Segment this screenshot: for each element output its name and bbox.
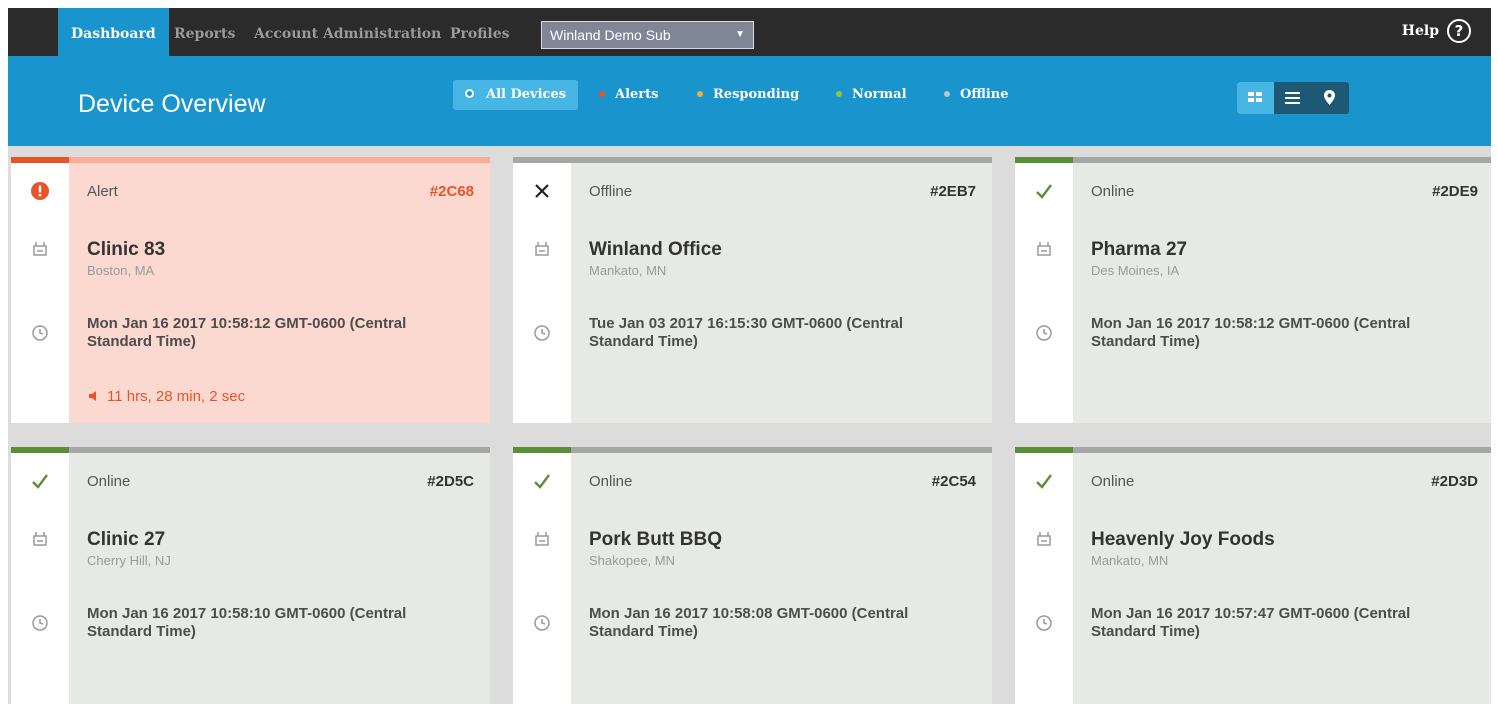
card-status-bar bbox=[11, 157, 490, 163]
responding-dot-icon bbox=[697, 90, 703, 97]
close-icon bbox=[535, 184, 549, 198]
device-card[interactable]: Offline #2EB7 Winland Office Mankato, MN… bbox=[513, 157, 992, 423]
device-status: Online bbox=[1091, 473, 1135, 490]
normal-dot-icon bbox=[836, 90, 842, 97]
device-name: Clinic 27 bbox=[87, 529, 166, 550]
filter-all-devices[interactable]: All Devices bbox=[453, 80, 579, 110]
device-name: Heavenly Joy Foods bbox=[1091, 529, 1275, 550]
card-status-bar bbox=[11, 447, 490, 453]
card-status-bar bbox=[1015, 157, 1491, 163]
device-id: #2C54 bbox=[931, 473, 976, 490]
device-icon bbox=[535, 532, 549, 546]
device-location: Mankato, MN bbox=[1091, 553, 1169, 568]
clock-icon bbox=[1036, 615, 1052, 631]
card-status-bar bbox=[1015, 447, 1491, 453]
tab-profiles[interactable]: Profiles bbox=[450, 8, 510, 56]
filter-label: Alerts bbox=[615, 87, 659, 102]
device-id: #2DE9 bbox=[1432, 183, 1478, 200]
filter-responding[interactable]: Responding bbox=[697, 80, 799, 110]
device-timestamp: Mon Jan 16 2017 10:58:12 GMT-0600 (Centr… bbox=[87, 315, 407, 350]
filter-label: Offline bbox=[960, 87, 1009, 102]
check-icon bbox=[32, 474, 48, 489]
device-location: Cherry Hill, NJ bbox=[87, 553, 171, 568]
card-status-bar bbox=[513, 447, 992, 453]
speaker-icon bbox=[89, 391, 96, 402]
device-timestamp: Tue Jan 03 2017 16:15:30 GMT-0600 (Centr… bbox=[589, 315, 904, 350]
tab-dashboard[interactable]: Dashboard bbox=[58, 8, 169, 56]
clock-icon bbox=[534, 615, 550, 631]
clock-icon bbox=[32, 325, 48, 341]
filter-label: Normal bbox=[852, 87, 907, 102]
filter-alerts[interactable]: Alerts bbox=[599, 80, 658, 110]
device-timestamp: Mon Jan 16 2017 10:58:10 GMT-0600 (Centr… bbox=[87, 605, 407, 640]
device-status: Online bbox=[589, 473, 633, 490]
view-toggle bbox=[1237, 82, 1349, 114]
help-icon: ? bbox=[1447, 19, 1471, 43]
map-view-icon bbox=[1324, 90, 1335, 105]
device-status: Offline bbox=[589, 183, 633, 200]
account-select-value: Winland Demo Sub bbox=[550, 27, 671, 43]
top-nav: Dashboard Reports Account Administration… bbox=[8, 8, 1491, 56]
check-icon bbox=[1036, 184, 1052, 199]
device-id: #2C68 bbox=[429, 183, 474, 200]
tab-reports[interactable]: Reports bbox=[174, 8, 235, 56]
clock-icon bbox=[32, 615, 48, 631]
device-location: Des Moines, IA bbox=[1091, 263, 1180, 278]
device-icon bbox=[1037, 242, 1051, 256]
filter-offline[interactable]: Offline bbox=[944, 80, 1009, 110]
account-select[interactable]: Winland Demo Sub ▼ bbox=[541, 21, 754, 49]
device-status: Online bbox=[87, 473, 131, 490]
map-view-button[interactable] bbox=[1311, 82, 1348, 114]
list-view-icon bbox=[1285, 92, 1300, 104]
device-card[interactable]: Online #2D3D Heavenly Joy Foods Mankato,… bbox=[1015, 447, 1491, 704]
filter-label: Responding bbox=[713, 87, 800, 102]
device-location: Boston, MA bbox=[87, 263, 155, 278]
device-id: #2D5C bbox=[427, 473, 474, 490]
filter-normal[interactable]: Normal bbox=[836, 80, 907, 110]
device-id: #2EB7 bbox=[930, 183, 976, 200]
grid-view-button[interactable] bbox=[1237, 82, 1274, 114]
filter-label: All Devices bbox=[486, 87, 567, 102]
alert-icon bbox=[31, 182, 49, 200]
page-header: Device Overview All Devices Alerts Respo… bbox=[8, 56, 1491, 146]
grid-view-icon bbox=[1248, 92, 1262, 102]
device-icon bbox=[1037, 532, 1051, 546]
device-card[interactable]: Alert #2C68 Clinic 83 Boston, MA Mon Jan… bbox=[11, 157, 490, 423]
device-status: Alert bbox=[87, 183, 118, 200]
device-name: Pork Butt BBQ bbox=[589, 529, 722, 550]
alert-duration: 11 hrs, 28 min, 2 sec bbox=[87, 388, 245, 405]
offline-dot-icon bbox=[944, 90, 950, 97]
device-icon bbox=[535, 242, 549, 256]
chevron-down-icon: ▼ bbox=[735, 29, 745, 40]
alert-dot-icon bbox=[599, 90, 605, 97]
clock-icon bbox=[534, 325, 550, 341]
device-name: Winland Office bbox=[589, 239, 722, 260]
device-timestamp: Mon Jan 16 2017 10:58:08 GMT-0600 (Centr… bbox=[589, 605, 909, 640]
device-card[interactable]: Online #2C54 Pork Butt BBQ Shakopee, MN … bbox=[513, 447, 992, 704]
clock-icon bbox=[1036, 325, 1052, 341]
device-status: Online bbox=[1091, 183, 1135, 200]
device-icon bbox=[33, 242, 47, 256]
device-card[interactable]: Online #2D5C Clinic 27 Cherry Hill, NJ M… bbox=[11, 447, 490, 704]
check-icon bbox=[534, 474, 550, 489]
radio-icon bbox=[465, 89, 474, 98]
check-icon bbox=[1036, 474, 1052, 489]
device-timestamp: Mon Jan 16 2017 10:58:12 GMT-0600 (Centr… bbox=[1091, 315, 1411, 350]
alert-duration-text: 11 hrs, 28 min, 2 sec bbox=[107, 388, 246, 405]
device-location: Mankato, MN bbox=[589, 263, 667, 278]
card-status-bar bbox=[513, 157, 992, 163]
device-timestamp: Mon Jan 16 2017 10:57:47 GMT-0600 (Centr… bbox=[1091, 605, 1411, 640]
device-icon bbox=[33, 532, 47, 546]
device-name: Pharma 27 bbox=[1091, 239, 1188, 260]
help-label: Help bbox=[1401, 23, 1439, 39]
app-window: Dashboard Reports Account Administration… bbox=[8, 8, 1491, 704]
device-location: Shakopee, MN bbox=[589, 553, 675, 568]
tab-account-administration[interactable]: Account Administration bbox=[254, 8, 441, 56]
device-id: #2D3D bbox=[1431, 473, 1478, 490]
device-name: Clinic 83 bbox=[87, 239, 166, 260]
page-title: Device Overview bbox=[78, 90, 266, 118]
list-view-button[interactable] bbox=[1274, 82, 1311, 114]
device-card[interactable]: Online #2DE9 Pharma 27 Des Moines, IA Mo… bbox=[1015, 157, 1491, 423]
